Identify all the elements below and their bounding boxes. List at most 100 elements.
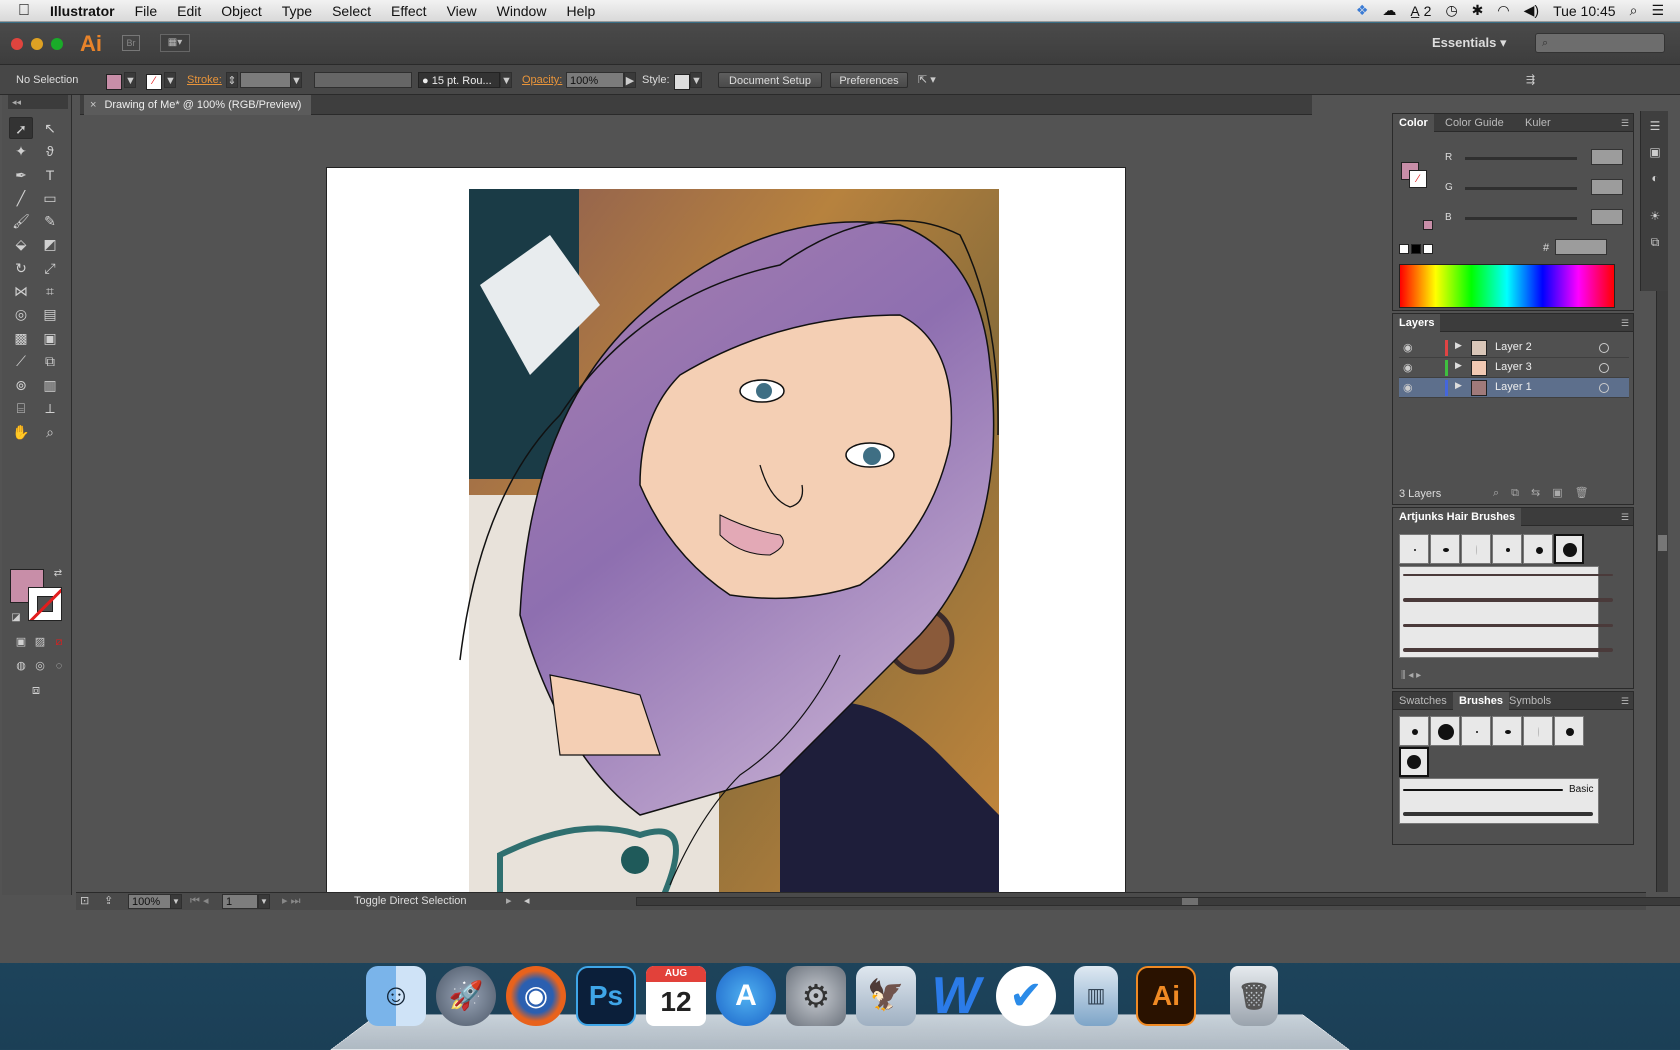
free-transform-tool-icon[interactable]: ⌗	[38, 280, 62, 302]
menu-object[interactable]: Object	[211, 3, 271, 19]
tab-symbols[interactable]: Symbols	[1503, 692, 1557, 710]
green-value[interactable]	[1591, 179, 1623, 195]
stroke-weight-field[interactable]	[240, 72, 292, 88]
tab-swatches[interactable]: Swatches	[1393, 692, 1453, 710]
hair-brush-stroke[interactable]	[1403, 598, 1613, 602]
scale-tool-icon[interactable]: ⤢	[38, 257, 62, 279]
menu-help[interactable]: Help	[556, 3, 605, 19]
menu-app[interactable]: Illustrator	[40, 3, 125, 19]
visibility-eye-icon[interactable]: ◉	[1403, 381, 1413, 394]
panel-menu-icon[interactable]: ☰	[1647, 119, 1663, 133]
type-tool-icon[interactable]: T	[38, 164, 62, 186]
brush-definition[interactable]: ● 15 pt. Rou...	[418, 72, 500, 88]
none-swatch[interactable]	[1399, 244, 1409, 254]
charcoal-brush-stroke[interactable]	[1403, 812, 1593, 816]
close-document-icon[interactable]: ×	[90, 99, 96, 111]
hex-field[interactable]	[1555, 239, 1607, 255]
canvas-area[interactable]	[80, 115, 1312, 892]
time-machine-icon[interactable]: ◷	[1445, 2, 1457, 19]
workspace-switcher[interactable]: Essentials ▾	[1432, 35, 1506, 51]
close-window-button[interactable]	[11, 38, 23, 50]
hair-brush-stroke[interactable]	[1403, 648, 1613, 652]
tab-brushes[interactable]: Brushes	[1453, 692, 1510, 710]
preferences-button[interactable]: Preferences	[830, 72, 908, 88]
symbol-sprayer-tool-icon[interactable]: ⊚	[9, 374, 33, 396]
arrange-icon[interactable]: ⇱ ▾	[918, 72, 936, 88]
volume-icon[interactable]: ◀)	[1524, 2, 1539, 19]
artboard-tool-icon[interactable]: ⌸	[9, 397, 33, 419]
opacity-slider-button[interactable]: ▶	[624, 72, 636, 88]
layers-footer-icons[interactable]: ⌕⧉⇆▣🗑	[1493, 486, 1601, 500]
white-swatch[interactable]	[1423, 244, 1433, 254]
layer-target-icon[interactable]	[1599, 343, 1609, 353]
layer-target-icon[interactable]	[1599, 383, 1609, 393]
bluetooth-icon[interactable]: ✱	[1472, 2, 1484, 19]
brushes-panel-menu-icon[interactable]: ☰	[1621, 692, 1629, 710]
mesh-tool-icon[interactable]: ▩	[9, 327, 33, 349]
artboard-number-field[interactable]: 1	[222, 894, 258, 909]
magic-wand-tool-icon[interactable]: ✦	[9, 140, 33, 162]
green-track[interactable]	[1465, 187, 1577, 190]
bridge-button[interactable]: Br	[122, 35, 140, 51]
blue-value[interactable]	[1591, 209, 1623, 225]
status-menu-arrow[interactable]: ▸	[506, 894, 512, 909]
firefox-icon[interactable]: ◉	[506, 966, 566, 1026]
pen-tool-icon[interactable]: ✒	[9, 164, 33, 186]
adobe-updates-icon[interactable]: A̲ 2	[1410, 3, 1431, 19]
creative-cloud-icon[interactable]: ☁	[1382, 2, 1396, 19]
first-artboard-button[interactable]: ⏮ ◂	[190, 894, 208, 909]
zoom-window-button[interactable]	[51, 38, 63, 50]
color-spectrum[interactable]	[1399, 264, 1615, 308]
brush-library-footer-icons[interactable]: ⫼ ◂ ▸	[1401, 670, 1421, 681]
transparency-panel-icon[interactable]: ◐	[1647, 171, 1663, 185]
basic-brush-stroke[interactable]	[1403, 789, 1563, 791]
rotate-tool-icon[interactable]: ↻	[9, 257, 33, 279]
width-tool-icon[interactable]: ⋈	[9, 280, 33, 302]
brush-swatch[interactable]	[1399, 534, 1429, 564]
document-tab[interactable]: × Drawing of Me* @ 100% (RGB/Preview)	[84, 95, 312, 115]
graphic-style-dropdown[interactable]: ▼	[690, 72, 702, 88]
zoom-tool-icon[interactable]: ⌕	[38, 421, 62, 443]
tab-color-guide[interactable]: Color Guide	[1439, 114, 1510, 132]
trash-icon[interactable]: 🗑	[1230, 966, 1278, 1026]
paintbrush-tool-icon[interactable]: 🖌	[9, 210, 33, 232]
layer-row[interactable]: ◉ ▶ Layer 1	[1399, 378, 1629, 398]
control-panel-menu-icon[interactable]: ⇶	[1526, 72, 1535, 88]
menu-type[interactable]: Type	[272, 3, 322, 19]
system-preferences-icon[interactable]: ⚙	[786, 966, 846, 1026]
gpu-preview-icon[interactable]: ⊡	[80, 894, 89, 909]
tools-panel-handle[interactable]: ◂◂	[8, 95, 68, 109]
search-help-input[interactable]: ⌕	[1535, 33, 1665, 53]
none-mode-icon[interactable]: ⧄	[47, 631, 71, 653]
draw-inside-icon[interactable]: ◌	[47, 655, 71, 677]
photoshop-icon[interactable]: Ps	[576, 966, 636, 1026]
eyedropper-tool-icon[interactable]: ⟋	[9, 350, 33, 372]
vertical-scroll-thumb[interactable]	[1658, 535, 1667, 551]
color-panel-menu-icon[interactable]: ☰	[1621, 114, 1629, 132]
preview-icon[interactable]: 🦅	[856, 966, 916, 1026]
layer-row[interactable]: ◉ ▶ Layer 2	[1399, 338, 1629, 358]
wifi-icon[interactable]: ◠	[1497, 2, 1509, 19]
default-fill-stroke-icon[interactable]: ◪	[4, 607, 28, 629]
out-of-gamut-swatch[interactable]	[1423, 220, 1433, 230]
launchpad-icon[interactable]: 🚀	[436, 966, 496, 1026]
variable-width-profile[interactable]	[314, 72, 412, 88]
layer-target-icon[interactable]	[1599, 363, 1609, 373]
minimize-window-button[interactable]	[31, 38, 43, 50]
share-icon[interactable]: ⇪	[104, 894, 113, 909]
brush-dropdown[interactable]: ▼	[500, 72, 512, 88]
change-screen-mode-icon[interactable]: ⧈	[24, 679, 48, 701]
layer-name[interactable]: Layer 3	[1495, 361, 1532, 373]
wunderlist-icon[interactable]: ✔	[996, 966, 1056, 1026]
rectangle-tool-icon[interactable]: ▭	[38, 187, 62, 209]
artboard-dropdown[interactable]: ▼	[258, 894, 270, 909]
gradient-tool-icon[interactable]: ▣	[38, 327, 62, 349]
menu-view[interactable]: View	[437, 3, 487, 19]
blob-brush-tool-icon[interactable]: ⬙	[9, 233, 33, 255]
brush-swatch[interactable]	[1399, 747, 1429, 777]
brush-swatch[interactable]	[1554, 716, 1584, 746]
expand-layer-icon[interactable]: ▶	[1455, 340, 1462, 351]
direct-selection-tool-icon[interactable]: ↖	[38, 117, 62, 139]
artwork-illustration[interactable]	[80, 115, 1312, 892]
brush-swatch[interactable]	[1461, 534, 1491, 564]
